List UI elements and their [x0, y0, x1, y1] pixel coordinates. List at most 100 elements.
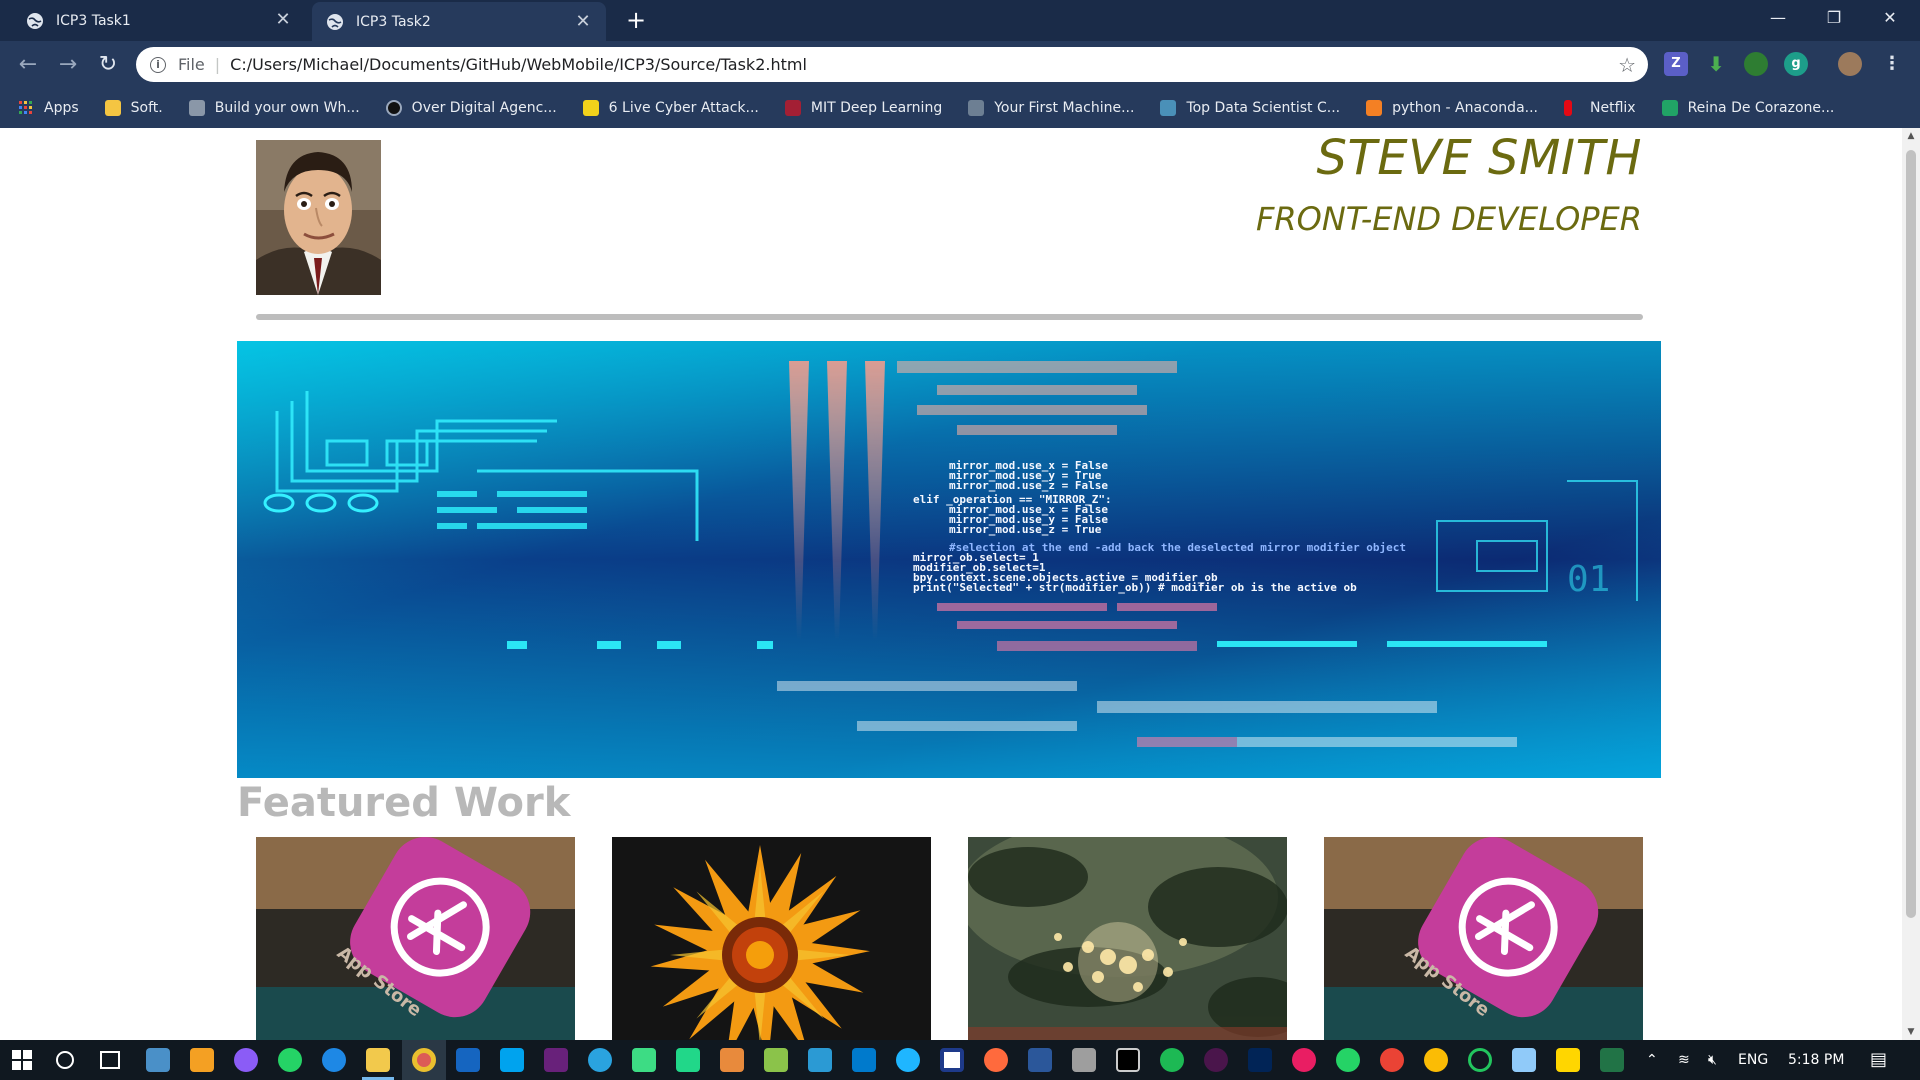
bookmark-label: Netflix: [1590, 100, 1636, 116]
close-tab-icon[interactable]: ✕: [574, 13, 592, 31]
visual-studio-icon[interactable]: [544, 1048, 568, 1072]
zoom-extension-icon[interactable]: Z: [1664, 52, 1688, 76]
leaf-extension-icon[interactable]: [1744, 52, 1768, 76]
files-app-icon[interactable]: [146, 1048, 170, 1072]
intellij-app-icon[interactable]: [808, 1048, 832, 1072]
clock[interactable]: 5:18 PM: [1788, 1040, 1844, 1080]
edge-app-icon[interactable]: [322, 1048, 346, 1072]
bookmark-reina-de-corazones[interactable]: Reina De Corazone...: [1661, 100, 1834, 116]
app-icon[interactable]: [1072, 1048, 1096, 1072]
url-text[interactable]: C:/Users/Michael/Documents/GitHub/WebMob…: [230, 55, 807, 74]
bookmark-label: Top Data Scientist C...: [1186, 100, 1341, 116]
app-icon[interactable]: [764, 1048, 788, 1072]
spotify-app-icon[interactable]: [1160, 1048, 1184, 1072]
search-icon[interactable]: [56, 1051, 74, 1069]
telegram-app-icon[interactable]: [588, 1048, 612, 1072]
tab-label: ICP3 Task2: [356, 13, 431, 30]
mit-logo-icon: [784, 100, 801, 116]
globe-icon: [327, 13, 343, 30]
minimize-button[interactable]: —: [1750, 0, 1806, 36]
word-app-icon[interactable]: [1028, 1048, 1052, 1072]
volume-muted-icon[interactable]: 🔇︎: [1708, 1040, 1717, 1080]
sticky-notes-icon[interactable]: [1556, 1048, 1580, 1072]
bookmark-first-machine[interactable]: Your First Machine...: [968, 100, 1134, 116]
w-logo-icon: [1661, 100, 1678, 116]
windows-taskbar: ⌃ ≋ 🔇︎ ENG 5:18 PM ▤: [0, 1040, 1920, 1080]
bookmark-over-digital[interactable]: Over Digital Agenc...: [385, 100, 557, 116]
page-scrollbar[interactable]: ▲ ▼: [1902, 128, 1920, 1040]
close-tab-icon[interactable]: ✕: [274, 11, 292, 29]
app-icon[interactable]: [1468, 1048, 1492, 1072]
tab-icp3-task2[interactable]: ICP3 Task2 ✕: [312, 2, 606, 41]
tray-chevron-icon[interactable]: ⌃: [1646, 1040, 1658, 1080]
featured-item-bokeh-lights[interactable]: [968, 837, 1287, 1040]
bookmark-top-data-scientist[interactable]: Top Data Scientist C...: [1160, 100, 1340, 116]
scroll-down-arrow-icon[interactable]: ▼: [1902, 1024, 1920, 1040]
bookmark-label: 6 Live Cyber Attack...: [608, 100, 759, 116]
bookmark-cyber-attack[interactable]: 6 Live Cyber Attack...: [582, 100, 759, 116]
app-icon[interactable]: [1424, 1048, 1448, 1072]
android-studio-icon[interactable]: [456, 1048, 480, 1072]
featured-item-app-store-2[interactable]: App Store: [1324, 837, 1643, 1040]
page-icon: [188, 100, 205, 116]
featured-item-sunflower[interactable]: [612, 837, 931, 1040]
terminal-app-icon[interactable]: [1116, 1048, 1140, 1072]
bookmark-build-your-own[interactable]: Build your own Wh...: [188, 100, 360, 116]
address-bar[interactable]: i File | C:/Users/Michael/Documents/GitH…: [136, 47, 1648, 82]
stack-icon: [1366, 100, 1383, 116]
app-icon[interactable]: [720, 1048, 744, 1072]
task-view-icon[interactable]: [100, 1051, 120, 1069]
bookmark-python-anaconda[interactable]: python - Anaconda...: [1366, 100, 1538, 116]
info-icon[interactable]: i: [150, 56, 166, 73]
featured-work-heading: Featured Work: [237, 780, 571, 826]
notifications-icon[interactable]: ▤: [1870, 1040, 1887, 1080]
hero-code-line: print("Selected" + str(modifier_ob)) # m…: [913, 581, 1357, 594]
bookmarks-bar: Apps Soft. Build your own Wh... Over Dig…: [0, 88, 1920, 128]
bookmark-netflix[interactable]: Netflix: [1564, 100, 1636, 116]
scrollbar-thumb[interactable]: [1906, 150, 1916, 918]
reload-button[interactable]: ↻: [92, 49, 124, 81]
url-scheme: File: [178, 55, 205, 74]
android-app-icon[interactable]: [632, 1048, 656, 1072]
whatsapp-app-icon[interactable]: [278, 1048, 302, 1072]
download-extension-icon[interactable]: ⬇: [1704, 52, 1728, 76]
bookmark-star-icon[interactable]: ☆: [1618, 53, 1636, 77]
profile-avatar[interactable]: [1838, 52, 1862, 76]
git-app-icon[interactable]: [190, 1048, 214, 1072]
slack-app-icon[interactable]: [1204, 1048, 1228, 1072]
bookmark-mit-deep-learning[interactable]: MIT Deep Learning: [784, 100, 942, 116]
menu-dots-icon[interactable]: ⋮: [1880, 52, 1904, 76]
app-icon[interactable]: [1600, 1048, 1624, 1072]
app-icon[interactable]: [1292, 1048, 1316, 1072]
app-icon[interactable]: [896, 1048, 920, 1072]
bookmark-label: Apps: [44, 100, 79, 116]
restore-button[interactable]: ❐: [1806, 0, 1862, 36]
app-icon[interactable]: [1336, 1048, 1360, 1072]
powershell-app-icon[interactable]: [1248, 1048, 1272, 1072]
tab-strip: ICP3 Task1 ✕ ICP3 Task2 ✕ + — ❐ ✕: [0, 0, 1920, 41]
bookmark-soft[interactable]: Soft.: [104, 100, 163, 116]
chrome-app-icon[interactable]: [1380, 1048, 1404, 1072]
new-tab-button[interactable]: +: [622, 6, 650, 34]
file-explorer-icon[interactable]: [366, 1048, 390, 1072]
vscode-app-icon[interactable]: [852, 1048, 876, 1072]
wifi-icon[interactable]: ≋: [1678, 1040, 1690, 1080]
app-icon[interactable]: [940, 1048, 964, 1072]
bookmark-label: Your First Machine...: [994, 100, 1135, 116]
language-indicator[interactable]: ENG: [1738, 1040, 1768, 1080]
close-window-button[interactable]: ✕: [1862, 0, 1918, 36]
forward-button[interactable]: →: [52, 49, 84, 81]
pycharm-app-icon[interactable]: [676, 1048, 700, 1072]
app-icon[interactable]: [500, 1048, 524, 1072]
discord-app-icon[interactable]: [234, 1048, 258, 1072]
featured-item-app-store-1[interactable]: App Store: [256, 837, 575, 1040]
grammarly-extension-icon[interactable]: g: [1784, 52, 1808, 76]
scroll-up-arrow-icon[interactable]: ▲: [1902, 128, 1920, 144]
app-icon[interactable]: [1512, 1048, 1536, 1072]
app-icon[interactable]: [984, 1048, 1008, 1072]
windows-start-icon[interactable]: [12, 1050, 32, 1070]
bookmark-apps[interactable]: Apps: [18, 100, 79, 116]
circle-logo-icon: [385, 100, 402, 116]
tab-icp3-task1[interactable]: ICP3 Task1 ✕: [12, 0, 306, 41]
back-button[interactable]: ←: [12, 49, 44, 81]
